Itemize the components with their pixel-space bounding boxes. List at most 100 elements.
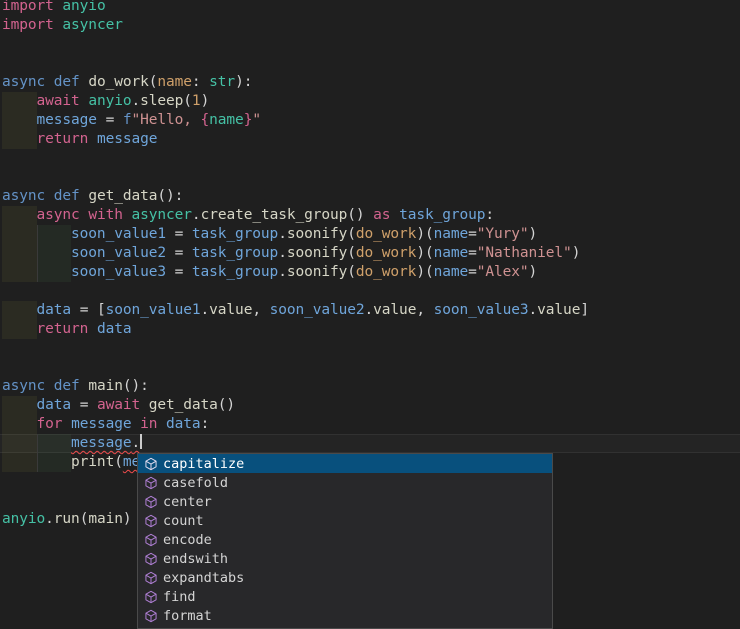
indent-highlight	[37, 453, 72, 472]
code-line-current[interactable]: message.	[0, 434, 740, 453]
indent-highlight	[2, 415, 37, 434]
indent-highlight	[37, 263, 72, 282]
suggestion-item[interactable]: find	[138, 587, 552, 606]
code-token: soonify	[287, 226, 347, 242]
code-line[interactable]: async def main():	[0, 377, 740, 396]
indent-highlight	[2, 111, 37, 130]
code-token: =	[468, 264, 477, 280]
code-line[interactable]: soon_value1 = task_group.soonify(do_work…	[0, 225, 740, 244]
indent-highlight	[2, 206, 37, 225]
code-token: (	[347, 226, 356, 242]
code-token: :	[485, 207, 494, 223]
code-token: ):	[235, 74, 252, 90]
code-line[interactable]: import anyio	[0, 0, 740, 16]
indent-highlight	[2, 244, 37, 263]
code-token: message	[97, 131, 157, 147]
code-token: name	[209, 112, 244, 128]
code-line[interactable]: async with asyncer.create_task_group() a…	[0, 206, 740, 225]
code-token: ,	[252, 302, 269, 318]
code-token: (	[114, 454, 123, 470]
method-icon	[144, 533, 158, 547]
code-token: .	[45, 511, 54, 527]
code-token: data	[166, 416, 201, 432]
code-token: ()	[218, 397, 235, 413]
code-line[interactable]	[0, 282, 740, 301]
indent-highlight	[2, 225, 37, 244]
code-line[interactable]: return message	[0, 130, 740, 149]
code-token: .	[201, 302, 210, 318]
code-token: "Hello,	[131, 112, 200, 128]
method-icon	[144, 590, 158, 604]
indent-highlight	[2, 301, 37, 320]
indent-guide	[37, 225, 38, 244]
code-line[interactable]: async def get_data():	[0, 187, 740, 206]
code-token: .	[365, 302, 374, 318]
code-line[interactable]: return data	[0, 320, 740, 339]
suggestion-item[interactable]: expandtabs	[138, 568, 552, 587]
suggestion-item[interactable]: center	[138, 492, 552, 511]
code-token: await	[37, 93, 80, 109]
code-token: soon_value2	[270, 302, 365, 318]
code-token: ()	[347, 207, 373, 223]
code-token: .	[278, 245, 287, 261]
suggestion-item[interactable]: count	[138, 511, 552, 530]
indent-highlight	[2, 396, 37, 415]
code-token: soonify	[287, 245, 347, 261]
code-line[interactable]: soon_value3 = task_group.soonify(do_work…	[0, 263, 740, 282]
indent-highlight	[2, 453, 37, 472]
code-token	[62, 416, 71, 432]
suggestion-item[interactable]: encode	[138, 530, 552, 549]
method-icon	[144, 476, 158, 490]
code-token: do_work	[356, 226, 416, 242]
code-line[interactable]: await anyio.sleep(1)	[0, 92, 740, 111]
code-line[interactable]: import asyncer	[0, 16, 740, 35]
indent-highlight	[2, 320, 37, 339]
code-token: =	[468, 245, 477, 261]
suggestion-item[interactable]: casefold	[138, 473, 552, 492]
suggestion-item[interactable]: format	[138, 606, 552, 625]
code-token: soon_value3	[71, 264, 166, 280]
code-line[interactable]: data = await get_data()	[0, 396, 740, 415]
code-line[interactable]: data = [soon_value1.value, soon_value2.v…	[0, 301, 740, 320]
code-token: )(	[416, 264, 433, 280]
code-line[interactable]	[0, 168, 740, 187]
code-editor: import anyioimport asyncer async def do_w…	[0, 0, 740, 529]
code-line[interactable]	[0, 35, 740, 54]
code-token: do_work	[356, 245, 416, 261]
code-line[interactable]	[0, 149, 740, 168]
code-token: )(	[416, 245, 433, 261]
code-token: soon_value3	[434, 302, 529, 318]
code-line[interactable]	[0, 358, 740, 377]
code-token	[390, 207, 399, 223]
code-token: task_group	[399, 207, 485, 223]
suggestion-label: casefold	[163, 475, 228, 491]
indent-highlight	[37, 434, 72, 453]
code-line[interactable]: soon_value2 = task_group.soonify(do_work…	[0, 244, 740, 263]
code-token: ():	[123, 378, 149, 394]
suggestion-label: center	[163, 494, 212, 510]
code-token: with	[88, 207, 123, 223]
code-token: )	[123, 511, 132, 527]
code-token: (	[347, 264, 356, 280]
code-token: .	[278, 264, 287, 280]
code-line[interactable]: message = f"Hello, {name}"	[0, 111, 740, 130]
suggestion-item[interactable]: capitalize	[138, 454, 552, 473]
code-line[interactable]: for message in data:	[0, 415, 740, 434]
indent-highlight	[2, 434, 37, 453]
text-cursor	[140, 434, 142, 449]
code-token: asyncer	[132, 207, 192, 223]
code-line[interactable]	[0, 54, 740, 73]
indent-highlight	[2, 130, 37, 149]
indent-highlight	[2, 92, 37, 111]
code-token: for	[37, 416, 63, 432]
suggestion-item[interactable]: endswith	[138, 549, 552, 568]
code-token: 1	[192, 93, 201, 109]
autocomplete-popup: capitalize casefold centercountencodeendsw…	[137, 453, 553, 629]
method-icon	[144, 571, 158, 585]
code-line[interactable]	[0, 339, 740, 358]
code-token: =	[166, 264, 192, 280]
code-token: =	[71, 397, 97, 413]
code-token	[123, 207, 132, 223]
code-line[interactable]: async def do_work(name: str):	[0, 73, 740, 92]
method-icon	[144, 552, 158, 566]
